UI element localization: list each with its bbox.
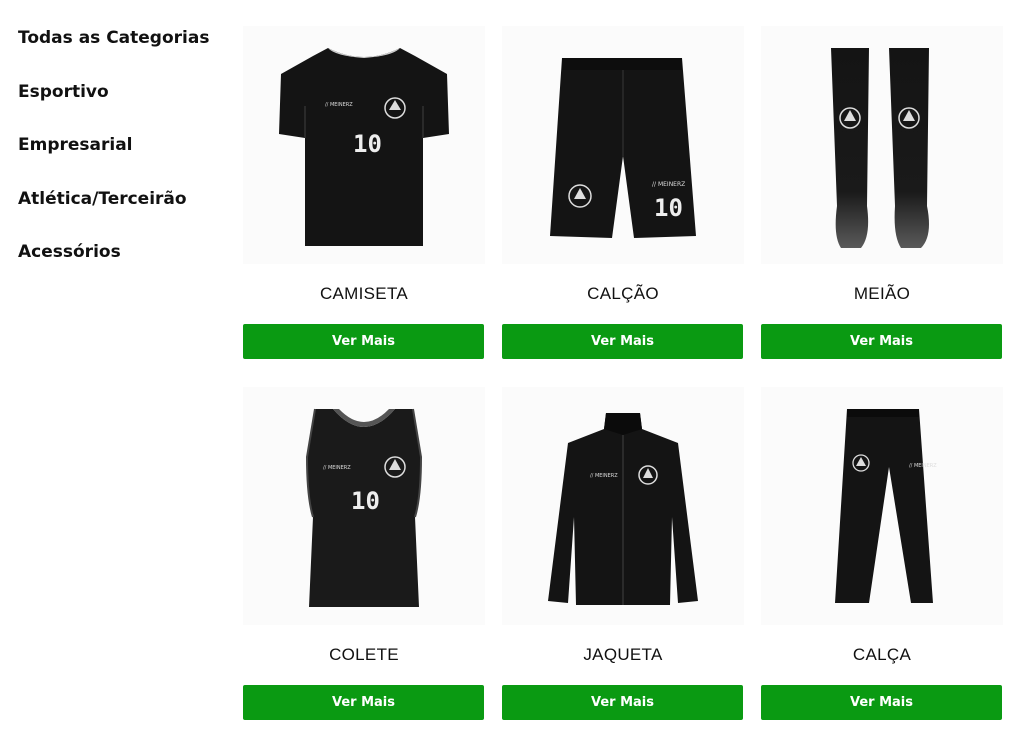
jersey-icon: // MEINERZ 10 xyxy=(279,48,449,246)
ver-mais-button-jaqueta[interactable]: Ver Mais xyxy=(502,685,743,720)
svg-text:10: 10 xyxy=(353,130,382,158)
svg-text:10: 10 xyxy=(654,194,683,222)
product-image-calcao[interactable]: // MEINERZ 10 xyxy=(502,26,744,264)
svg-text:// MEINERZ: // MEINERZ xyxy=(325,102,353,108)
svg-text:// MEINERZ: // MEINERZ xyxy=(590,473,618,479)
socks-icon xyxy=(831,48,929,248)
ver-mais-button-camiseta[interactable]: Ver Mais xyxy=(243,324,484,359)
product-name: CAMISETA xyxy=(319,284,409,303)
category-atletica[interactable]: Atlética/Terceirão xyxy=(18,183,228,215)
category-empresarial[interactable]: Empresarial xyxy=(18,129,228,161)
category-esportivo[interactable]: Esportivo xyxy=(18,76,228,108)
jacket-icon: // MEINERZ xyxy=(548,413,698,605)
product-name: COLETE xyxy=(329,645,399,664)
product-image-jaqueta[interactable]: // MEINERZ xyxy=(502,387,744,625)
svg-text:// MEINERZ: // MEINERZ xyxy=(909,463,937,469)
svg-text:10: 10 xyxy=(351,487,380,515)
ver-mais-button-colete[interactable]: Ver Mais xyxy=(243,685,484,720)
ver-mais-button-calcao[interactable]: Ver Mais xyxy=(502,324,743,359)
product-image-meiao[interactable] xyxy=(761,26,1003,264)
category-acessorios[interactable]: Acessórios xyxy=(18,236,228,268)
ver-mais-button-meiao[interactable]: Ver Mais xyxy=(761,324,1002,359)
product-image-colete[interactable]: // MEINERZ 10 xyxy=(243,387,485,625)
svg-text:// MEINERZ: // MEINERZ xyxy=(652,181,685,188)
product-name: JAQUETA xyxy=(583,645,663,664)
product-image-calca[interactable]: // MEINERZ xyxy=(761,387,1003,625)
product-name: CALÇÃO xyxy=(587,284,659,303)
product-name: CALÇA xyxy=(852,645,912,664)
category-sidebar: Todas as Categorias Esportivo Empresaria… xyxy=(18,22,228,290)
svg-text:// MEINERZ: // MEINERZ xyxy=(323,465,351,471)
vest-icon: // MEINERZ 10 xyxy=(305,408,423,607)
product-name: MEIÃO xyxy=(853,284,911,303)
product-image-camiseta[interactable]: // MEINERZ 10 xyxy=(243,26,485,264)
shorts-icon: // MEINERZ 10 xyxy=(550,58,696,238)
category-all[interactable]: Todas as Categorias xyxy=(18,22,228,54)
ver-mais-button-calca[interactable]: Ver Mais xyxy=(761,685,1002,720)
pants-icon: // MEINERZ xyxy=(835,409,937,603)
